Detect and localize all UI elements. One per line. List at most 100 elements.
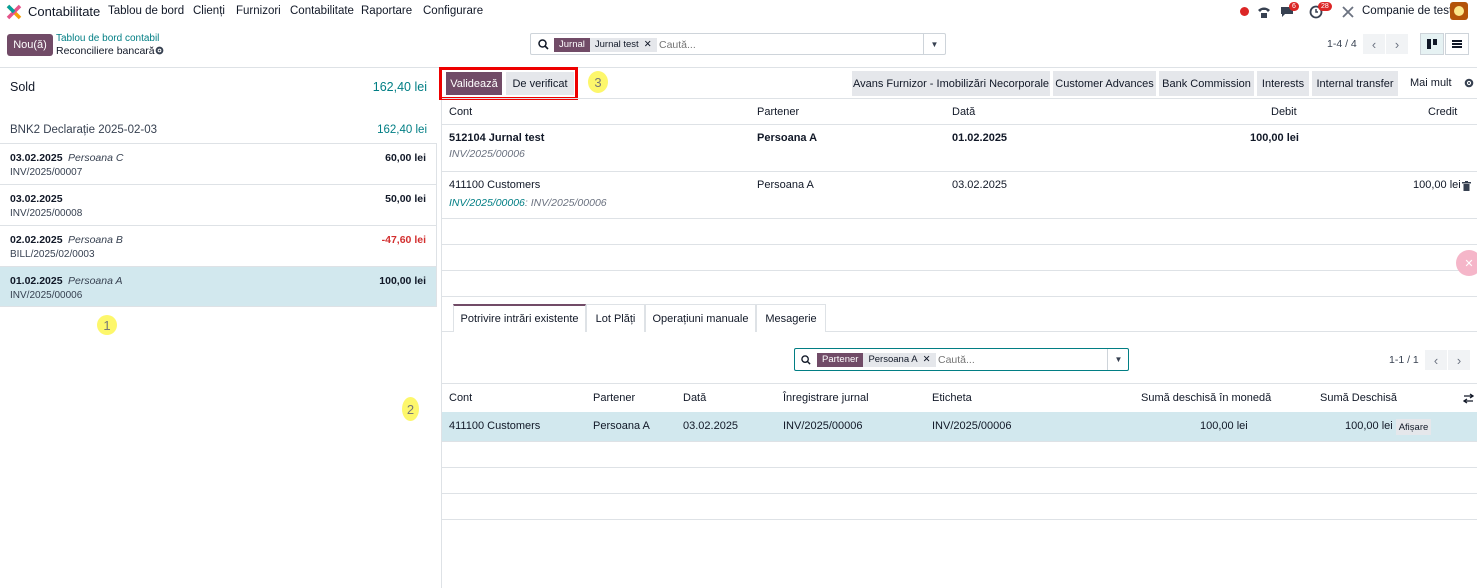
gear-icon[interactable] bbox=[1464, 78, 1474, 88]
statement-name[interactable]: BNK2 Declarație 2025-02-03 bbox=[10, 124, 157, 136]
divider bbox=[442, 98, 1477, 99]
search-facet-journal[interactable]: Jurnal Jurnal test ✕ bbox=[554, 38, 657, 52]
divider bbox=[442, 493, 1477, 494]
model-button-customer-advances[interactable]: Customer Advances bbox=[1053, 71, 1156, 96]
pager-next-button[interactable]: › bbox=[1386, 34, 1408, 54]
header-date: Dată bbox=[952, 106, 976, 118]
model-button-supplier-advance[interactable]: Avans Furnizor - Imobilizări Necorporale bbox=[852, 71, 1050, 96]
facet-label: Partener bbox=[817, 353, 864, 367]
balance-label: Sold bbox=[10, 80, 36, 94]
header-credit: Credit bbox=[1428, 106, 1458, 118]
company-switcher[interactable]: Companie de test bbox=[1362, 5, 1452, 17]
pager-previous-button[interactable]: ‹ bbox=[1363, 34, 1385, 54]
line-label: INV/2025/00006 bbox=[449, 148, 525, 160]
user-avatar[interactable] bbox=[1450, 2, 1468, 20]
tab-match-existing[interactable]: Potrivire intrări existente bbox=[453, 304, 586, 332]
search-box[interactable]: Jurnal Jurnal test ✕ ▼ bbox=[530, 33, 946, 55]
pager-value[interactable]: 1-4 / 4 bbox=[1327, 38, 1357, 50]
header-label[interactable]: Eticheta bbox=[932, 392, 972, 404]
line-account[interactable]: 512104 Jurnal test bbox=[449, 132, 544, 144]
line-label-text: : INV/2025/00006 bbox=[524, 197, 607, 209]
odoo-accounting-logo bbox=[6, 4, 22, 20]
menu-dashboard[interactable]: Tablou de bord bbox=[108, 5, 184, 17]
header-date[interactable]: Dată bbox=[683, 392, 706, 404]
tab-manual-operations[interactable]: Operațiuni manuale bbox=[645, 304, 756, 332]
search-input[interactable] bbox=[659, 37, 909, 52]
pager-value[interactable]: 1-1 / 1 bbox=[1389, 354, 1419, 366]
header-residual-currency[interactable]: Sumă deschisă în monedă bbox=[1141, 392, 1271, 404]
search-input[interactable] bbox=[938, 352, 1098, 367]
model-button-internal-transfer[interactable]: Internal transfer bbox=[1312, 71, 1398, 96]
show-button[interactable]: Afișare bbox=[1396, 419, 1431, 435]
bank-line-card[interactable]: 03.02.2025 Persoana C INV/2025/00007 60,… bbox=[0, 143, 436, 184]
pager-previous-button[interactable]: ‹ bbox=[1425, 350, 1447, 370]
optional-columns-icon[interactable] bbox=[1463, 393, 1474, 404]
search-icon bbox=[538, 39, 549, 50]
aml-label: INV/2025/00006 bbox=[932, 420, 1012, 432]
pager-next-button[interactable]: › bbox=[1448, 350, 1470, 370]
annotation-marker-1: 1 bbox=[97, 315, 117, 335]
menu-reporting[interactable]: Raportare bbox=[361, 5, 412, 17]
side-widget-icon[interactable]: ✕ bbox=[1456, 250, 1477, 276]
activities-badge: 28 bbox=[1318, 2, 1332, 11]
line-partner: Persoana A bbox=[68, 275, 123, 287]
bank-line-card[interactable]: 03.02.2025 INV/2025/00008 50,00 lei bbox=[0, 184, 436, 225]
breadcrumb-current: Reconciliere bancară bbox=[56, 45, 155, 57]
gear-icon[interactable] bbox=[155, 46, 164, 55]
more-models-button[interactable]: Mai mult bbox=[1410, 77, 1452, 89]
breadcrumb-parent[interactable]: Tablou de bord contabil bbox=[56, 33, 159, 44]
kanban-view-button[interactable] bbox=[1420, 33, 1444, 55]
divider bbox=[442, 441, 1477, 442]
line-partner: Persoana B bbox=[68, 234, 123, 246]
bank-line-card-selected[interactable]: 01.02.2025 Persoana A INV/2025/00006 100… bbox=[0, 266, 436, 307]
header-partner[interactable]: Partener bbox=[593, 392, 635, 404]
line-date: 01.02.2025 bbox=[10, 275, 63, 287]
menu-vendors[interactable]: Furnizori bbox=[236, 5, 281, 17]
menu-customers[interactable]: Clienți bbox=[193, 5, 225, 17]
bank-line-card[interactable]: 02.02.2025 Persoana B BILL/2025/02/0003 … bbox=[0, 225, 436, 266]
search-box-amls[interactable]: Partener Persoana A ✕ ▼ bbox=[794, 348, 1129, 371]
facet-remove-icon[interactable]: ✕ bbox=[922, 353, 936, 367]
search-dropdown-toggle[interactable]: ▼ bbox=[923, 34, 945, 54]
line-amount: 50,00 lei bbox=[385, 193, 426, 205]
header-journal-entry[interactable]: Înregistrare jurnal bbox=[783, 392, 869, 404]
tab-batch-payments[interactable]: Lot Plăți bbox=[586, 304, 645, 332]
line-date[interactable]: 03.02.2025 bbox=[952, 179, 1007, 191]
divider bbox=[442, 244, 1477, 245]
recording-dot-icon[interactable] bbox=[1240, 7, 1249, 16]
line-date[interactable]: 01.02.2025 bbox=[952, 132, 1007, 144]
line-account[interactable]: 411100 Customers bbox=[449, 179, 540, 191]
menu-configuration[interactable]: Configurare bbox=[423, 5, 483, 17]
tab-messaging[interactable]: Mesagerie bbox=[756, 304, 826, 332]
line-ref: BILL/2025/02/0003 bbox=[10, 249, 95, 260]
header-debit: Debit bbox=[1271, 106, 1297, 118]
list-view-button[interactable] bbox=[1445, 33, 1469, 55]
search-facet-partner[interactable]: Partener Persoana A ✕ bbox=[817, 353, 936, 367]
model-button-interests[interactable]: Interests bbox=[1257, 71, 1309, 96]
trash-icon[interactable] bbox=[1462, 181, 1471, 191]
phone-icon[interactable] bbox=[1257, 5, 1271, 19]
invoice-link[interactable]: INV/2025/00006 bbox=[449, 197, 525, 209]
tools-icon[interactable] bbox=[1341, 5, 1355, 19]
divider bbox=[442, 270, 1477, 271]
line-ref: INV/2025/00007 bbox=[10, 167, 83, 178]
new-button[interactable]: Nou(ă) bbox=[7, 34, 53, 56]
line-credit: 100,00 lei bbox=[1413, 179, 1461, 191]
header-account[interactable]: Cont bbox=[449, 392, 472, 404]
app-name[interactable]: Contabilitate bbox=[28, 4, 100, 19]
line-partner[interactable]: Persoana A bbox=[757, 179, 814, 191]
aml-residual-currency: 100,00 lei bbox=[1200, 420, 1248, 432]
left-card-border bbox=[436, 143, 437, 307]
line-partner[interactable]: Persoana A bbox=[757, 132, 817, 144]
list-icon bbox=[1452, 40, 1462, 48]
line-date: 03.02.2025 bbox=[10, 152, 63, 164]
aml-journal-entry: INV/2025/00006 bbox=[783, 420, 863, 432]
annotation-marker-2: 2 bbox=[402, 397, 419, 421]
facet-remove-icon[interactable]: ✕ bbox=[643, 38, 657, 52]
search-dropdown-toggle[interactable]: ▼ bbox=[1107, 349, 1129, 370]
menu-accounting[interactable]: Contabilitate bbox=[290, 5, 354, 17]
model-button-bank-commission[interactable]: Bank Commission bbox=[1159, 71, 1254, 96]
line-partner: Persoana C bbox=[68, 152, 124, 164]
header-residual[interactable]: Sumă Deschisă bbox=[1320, 392, 1397, 404]
divider bbox=[442, 519, 1477, 520]
